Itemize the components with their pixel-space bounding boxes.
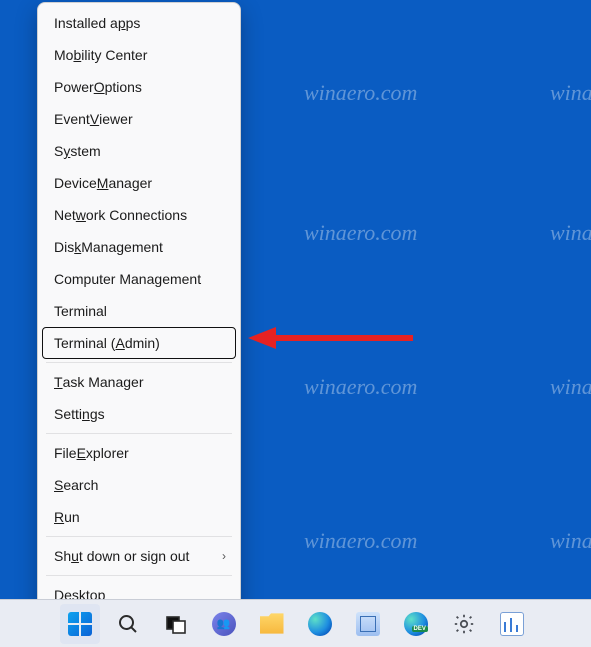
- taskbar: 👥: [0, 599, 591, 647]
- watermark: winaero.com: [550, 374, 591, 400]
- menu-item-system[interactable]: System: [42, 135, 236, 167]
- taskbar-search-button[interactable]: [108, 604, 148, 644]
- watermark: winaero.com: [550, 80, 591, 106]
- edge-icon: [308, 612, 332, 636]
- edgedev-icon: [404, 612, 428, 636]
- menu-item-label: Terminal: [54, 304, 107, 318]
- menu-item-installed-apps[interactable]: Installed apps: [42, 7, 236, 39]
- menu-item-file-explorer[interactable]: File Explorer: [42, 437, 236, 469]
- taskbar-edge-button[interactable]: [300, 604, 340, 644]
- taskbar-edgedev-button[interactable]: [396, 604, 436, 644]
- watermark: winaero.com: [304, 374, 417, 400]
- taskbar-explorer-button[interactable]: [252, 604, 292, 644]
- menu-item-settings[interactable]: Settings: [42, 398, 236, 430]
- menu-item-event-viewer[interactable]: Event Viewer: [42, 103, 236, 135]
- taskbar-taskview-button[interactable]: [156, 604, 196, 644]
- menu-item-mobility-center[interactable]: Mobility Center: [42, 39, 236, 71]
- menu-item-network-connections[interactable]: Network Connections: [42, 199, 236, 231]
- gear-icon: [452, 612, 476, 636]
- menu-item-label: Net: [54, 208, 76, 222]
- start-icon: [68, 612, 92, 636]
- taskbar-settings-button[interactable]: [444, 604, 484, 644]
- menu-item-label: Terminal (: [54, 336, 115, 350]
- menu-item-label: Power: [54, 80, 94, 94]
- folder-icon: [260, 612, 284, 636]
- taskbar-procexp-button[interactable]: [492, 604, 532, 644]
- menu-separator: [46, 536, 232, 537]
- taskview-icon: [164, 612, 188, 636]
- watermark: winaero.com: [304, 220, 417, 246]
- menu-separator: [46, 362, 232, 363]
- taskbar-teams-button[interactable]: 👥: [204, 604, 244, 644]
- menu-item-shutdown[interactable]: Shut down or sign out›: [42, 540, 236, 572]
- teams-icon: 👥: [212, 612, 236, 636]
- menu-item-label: Installed a: [54, 16, 118, 30]
- winx-context-menu: Installed appsMobility CenterPower Optio…: [37, 2, 241, 616]
- menu-separator: [46, 433, 232, 434]
- menu-item-label: Sh: [54, 549, 71, 563]
- menu-item-terminal[interactable]: Terminal: [42, 295, 236, 327]
- menu-item-power-options[interactable]: Power Options: [42, 71, 236, 103]
- menu-item-label: Mo: [54, 48, 73, 62]
- search-icon: [116, 612, 140, 636]
- chevron-right-icon: ›: [222, 550, 226, 562]
- watermark: winaero.com: [550, 220, 591, 246]
- menu-item-label: Device: [54, 176, 97, 190]
- menu-separator: [46, 575, 232, 576]
- menu-item-label: Dis: [54, 240, 74, 254]
- watermark: winaero.com: [304, 80, 417, 106]
- menu-item-label: Computer Mana: [54, 272, 154, 286]
- menu-item-run[interactable]: Run: [42, 501, 236, 533]
- menu-item-label: Setti: [54, 407, 82, 421]
- taskbar-quickassist-button[interactable]: [348, 604, 388, 644]
- procexp-icon: [500, 612, 524, 636]
- menu-item-label: File: [54, 446, 77, 460]
- menu-item-device-manager[interactable]: Device Manager: [42, 167, 236, 199]
- menu-item-disk-management[interactable]: Disk Management: [42, 231, 236, 263]
- watermark: winaero.com: [550, 528, 591, 554]
- watermark: winaero.com: [304, 528, 417, 554]
- menu-item-terminal-admin[interactable]: Terminal (Admin): [42, 327, 236, 359]
- menu-item-label: S: [54, 144, 63, 158]
- menu-item-label: Event: [54, 112, 90, 126]
- menu-item-task-manager[interactable]: Task Manager: [42, 366, 236, 398]
- menu-item-computer-management[interactable]: Computer Management: [42, 263, 236, 295]
- pointer-arrow: [248, 324, 413, 352]
- menu-item-search[interactable]: Search: [42, 469, 236, 501]
- taskbar-start-button[interactable]: [60, 604, 100, 644]
- quickassist-icon: [356, 612, 380, 636]
